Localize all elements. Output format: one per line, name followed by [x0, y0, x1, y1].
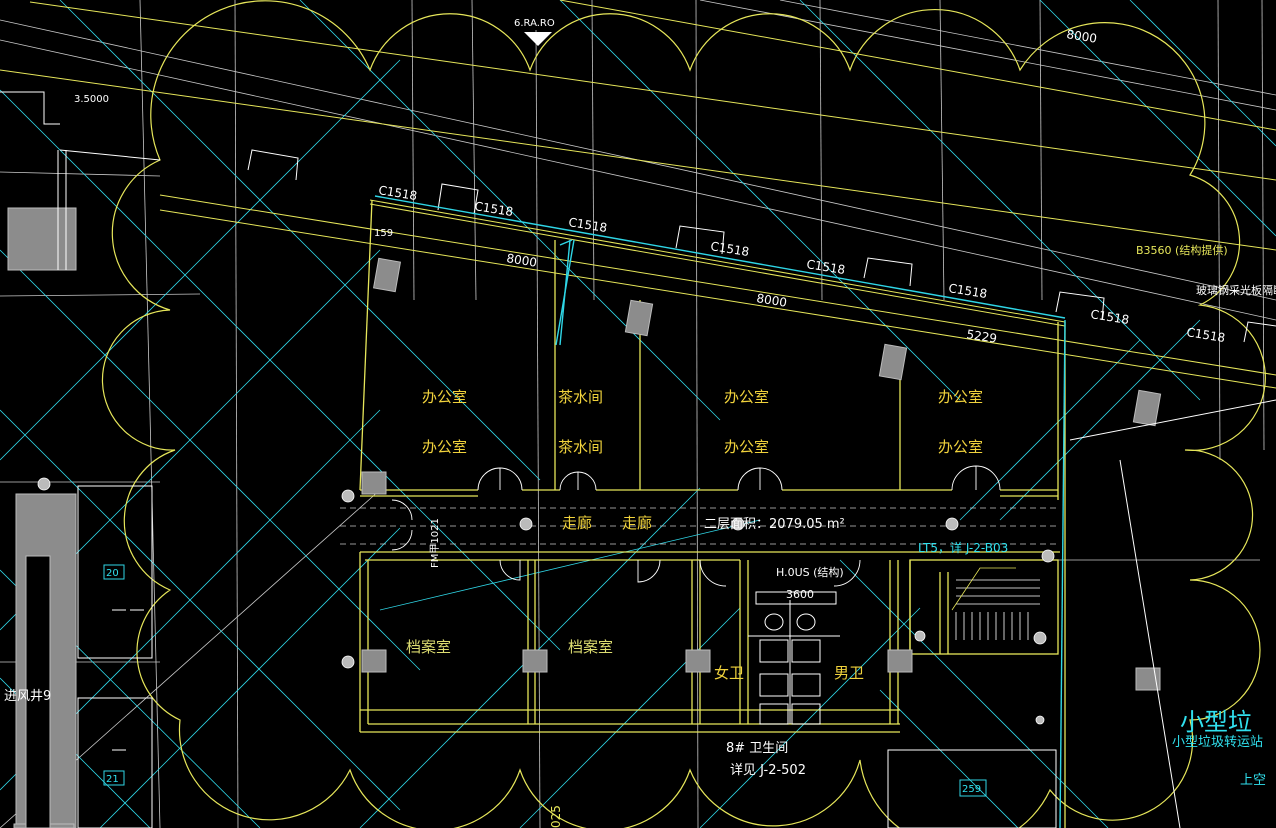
- room-label-office: 办公室: [422, 438, 467, 456]
- beam-note: B3560 (结构提供): [1136, 243, 1228, 257]
- elevation-tag: 3.5000: [74, 94, 109, 105]
- room-label-corridor: 走廊: [562, 514, 592, 532]
- elevation-note: H.0US (结构): [776, 565, 844, 579]
- room-label-corridor: 走廊: [622, 514, 652, 532]
- room-label-archive: 档案室: [406, 638, 451, 656]
- elevation-tag: 6.RA.RO: [514, 18, 555, 29]
- transfer-station-large-label: 小型垃: [1180, 708, 1252, 736]
- room-number-tag: 259: [962, 784, 981, 795]
- room-label-mens-wc: 男卫: [834, 664, 864, 682]
- room-label-womens-wc: 女卫: [714, 664, 744, 682]
- room-label-office: 办公室: [724, 388, 769, 406]
- room-number-tag: 20: [106, 568, 119, 579]
- room-label-office: 办公室: [724, 438, 769, 456]
- upper-void-label: 上空: [1240, 773, 1266, 788]
- room-label-office: 办公室: [938, 388, 983, 406]
- canvas-background: [0, 0, 1276, 828]
- dimension-tag: 3600: [786, 588, 814, 601]
- wc-note: 8# 卫生间: [726, 741, 788, 756]
- shaft-label: 进风井9: [4, 689, 51, 704]
- room-label-tea-room: 茶水间: [558, 388, 603, 406]
- room-label-office: 办公室: [938, 438, 983, 456]
- room-label-office: 办公室: [422, 388, 467, 406]
- dimension-tag: 159: [374, 228, 393, 239]
- room-label-archive: 档案室: [568, 638, 613, 656]
- transfer-station-label: 小型垃圾转运站: [1172, 735, 1263, 750]
- door-tag: FM甲1021: [430, 518, 441, 568]
- room-label-tea-room: 茶水间: [558, 438, 603, 456]
- cad-drawing-canvas[interactable]: 办公室 办公室 茶水间 茶水间 办公室 办公室 办公室 办公室 走廊 走廊 档案…: [0, 0, 1276, 828]
- glass-partition-note: 玻璃钢采光板隔断: [1196, 283, 1276, 297]
- floor-area-note: 二层面积：2079.05 m²: [704, 517, 845, 532]
- stair-reference-note: LT5，详 J-2-B03: [918, 540, 1008, 555]
- dimension-tag: 025: [549, 805, 563, 828]
- wc-detail-note: 详见 J-2-502: [730, 763, 806, 778]
- room-number-tag: 21: [106, 774, 119, 785]
